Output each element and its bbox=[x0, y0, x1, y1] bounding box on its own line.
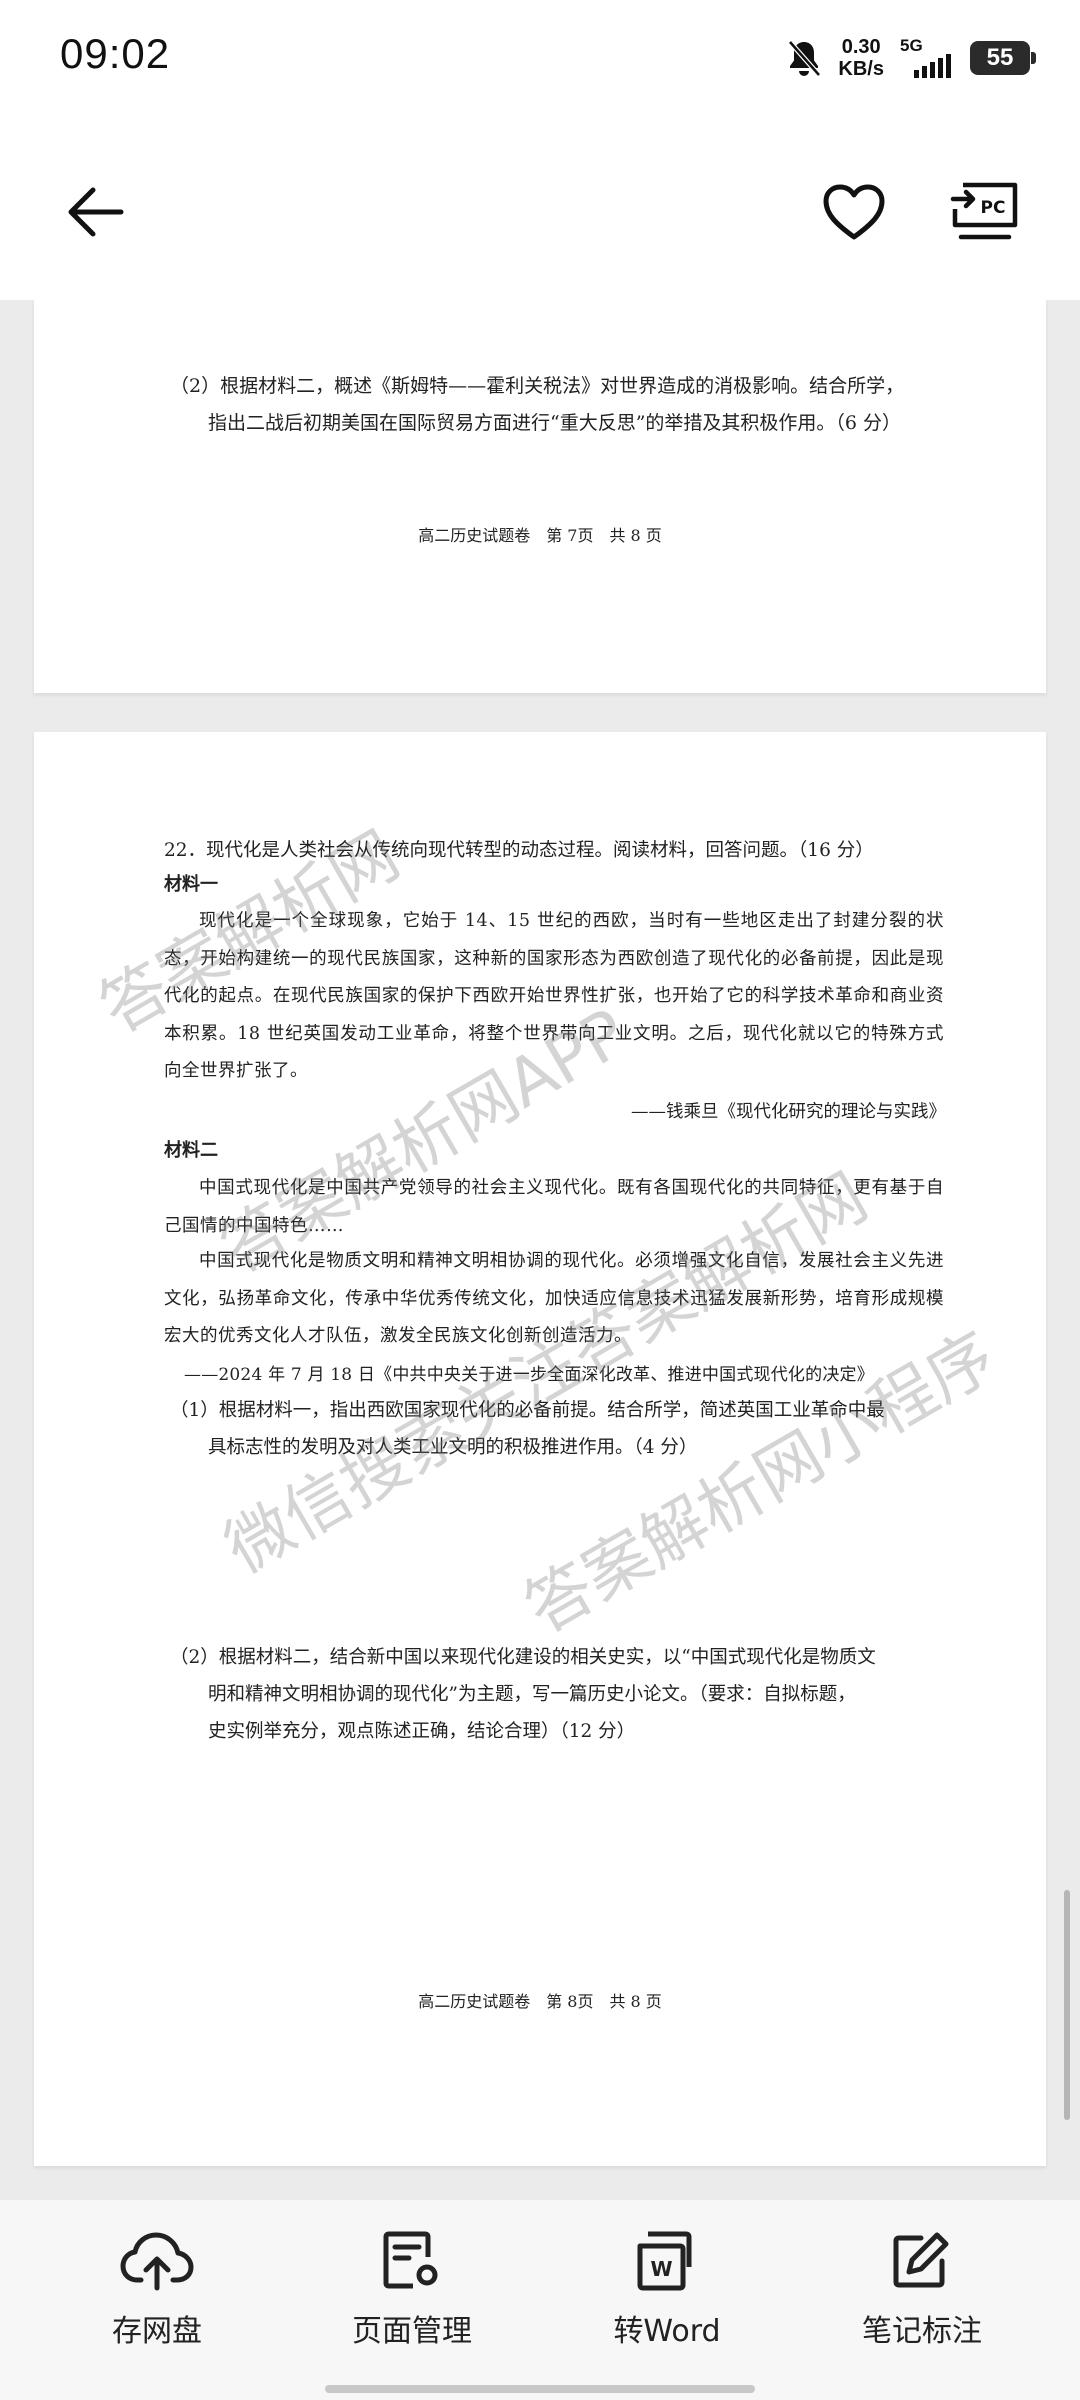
word-badge: W bbox=[650, 2257, 672, 2281]
question-22-part-1: （1）根据材料一，指出西欧国家现代化的必备前提。结合所学，简述英国工业革命中最 … bbox=[170, 1392, 990, 1466]
note-annotation-label: 笔记标注 bbox=[862, 2314, 982, 2349]
question-22-part-2: （2）根据材料二，结合新中国以来现代化建设的相关史实，以“中国式现代化是物质文 … bbox=[170, 1639, 990, 1750]
top-toolbar: PC bbox=[0, 120, 1080, 300]
material-2-source: ——2024 年 7 月 18 日《中共中央关于进一步全面深化改革、推进中国式现… bbox=[184, 1365, 874, 1385]
material-1-label: 材料一 bbox=[164, 874, 218, 895]
scrollbar-thumb[interactable] bbox=[1064, 1890, 1070, 2120]
question-line: （2）根据材料二，结合新中国以来现代化建设的相关史实，以“中国式现代化是物质文 bbox=[170, 1647, 876, 1668]
pc-screen-icon: PC bbox=[950, 182, 1018, 240]
material-2-paragraph-2: 中国式现代化是物质文明和精神文明相协调的现代化。必须增强文化自信，发展社会主义先… bbox=[164, 1251, 944, 1346]
pc-view-button[interactable]: PC bbox=[940, 172, 1030, 252]
signal-indicator: 5G bbox=[900, 36, 954, 78]
favorite-button[interactable] bbox=[812, 172, 896, 252]
home-indicator[interactable] bbox=[325, 2385, 755, 2393]
cloud-upload-icon bbox=[120, 2232, 194, 2291]
page-footer: 高二历史试题卷 第 7页 共 8 页 bbox=[418, 526, 662, 545]
save-to-cloud-label: 存网盘 bbox=[112, 2314, 202, 2349]
question-line: 史实例举充分，观点陈述正确，结论合理）（12 分） bbox=[208, 1721, 636, 1742]
question-22-stem: 22．现代化是人类社会从传统向现代转型的动态过程。阅读材料，回答问题。（16 分… bbox=[164, 840, 874, 861]
pc-label: PC bbox=[981, 198, 1006, 218]
material-2-paragraph-1: 中国式现代化是中国共产党领导的社会主义现代化。既有各国现代化的共同特征，更有基于… bbox=[164, 1178, 944, 1236]
material-2-label: 材料二 bbox=[164, 1140, 218, 1161]
signal-icon bbox=[914, 54, 951, 78]
bell-off-icon bbox=[788, 40, 822, 77]
question-line: 明和精神文明相协调的现代化”为主题，写一篇历史小论文。（要求：自拟标题， bbox=[208, 1684, 856, 1705]
back-button[interactable] bbox=[55, 172, 135, 252]
arrow-left-icon bbox=[68, 187, 124, 237]
material-1-text: 现代化是一个全球现象，它始于 14、15 世纪的西欧，当时有一些地区走出了封建分… bbox=[164, 911, 944, 1081]
question-line: 指出二战后初期美国在国际贸易方面进行“重大反思”的举措及其积极作用。（6 分） bbox=[208, 412, 902, 434]
speed-value: 0.30 bbox=[841, 36, 881, 58]
watermark: 答案解析网小程序 bbox=[512, 1317, 1009, 1649]
convert-word-label: 转Word bbox=[613, 2314, 721, 2349]
edit-note-icon bbox=[893, 2232, 949, 2288]
page-footer: 高二历史试题卷 第 8页 共 8 页 bbox=[418, 1992, 662, 2011]
status-bar: 09:02 0.30 KB/s 5G 55 bbox=[0, 0, 1080, 120]
network-type: 5G bbox=[900, 36, 923, 55]
question-line: 具标志性的发明及对人类工业文明的积极推进作用。（4 分） bbox=[208, 1437, 698, 1458]
network-speed: 0.30 KB/s bbox=[838, 36, 884, 80]
page-management-button[interactable]: 页面管理 bbox=[312, 2230, 512, 2350]
question-line: （2）根据材料二，概述《斯姆特——霍利关税法》对世界造成的消极影响。结合所学， bbox=[170, 375, 905, 397]
battery-indicator: 55 bbox=[970, 41, 1036, 75]
heart-icon bbox=[823, 184, 885, 240]
document-page-8: 22．现代化是人类社会从传统向现代转型的动态过程。阅读材料，回答问题。（16 分… bbox=[34, 732, 1046, 2166]
convert-word-button[interactable]: W 转Word bbox=[567, 2230, 767, 2350]
question-line: （1）根据材料一，指出西欧国家现代化的必备前提。结合所学，简述英国工业革命中最 bbox=[170, 1400, 885, 1421]
word-convert-icon: W bbox=[637, 2231, 692, 2291]
bottom-action-bar: 存网盘 页面管理 W 转Word 笔记标注 bbox=[0, 2200, 1080, 2400]
question-2-page7: （2）根据材料二，概述《斯姆特——霍利关税法》对世界造成的消极影响。结合所学， … bbox=[170, 368, 990, 442]
status-time: 09:02 bbox=[60, 30, 171, 77]
note-annotation-button[interactable]: 笔记标注 bbox=[822, 2230, 1022, 2350]
material-1-source: ——钱乘旦《现代化研究的理论与实践》 bbox=[631, 1102, 946, 1122]
page-management-label: 页面管理 bbox=[352, 2314, 472, 2349]
status-icons: 0.30 KB/s 5G 55 bbox=[786, 30, 1036, 86]
speed-unit: KB/s bbox=[838, 58, 884, 80]
save-to-cloud-button[interactable]: 存网盘 bbox=[57, 2230, 257, 2350]
page-settings-icon bbox=[383, 2231, 438, 2289]
document-page-7: （2）根据材料二，概述《斯姆特——霍利关税法》对世界造成的消极影响。结合所学， … bbox=[34, 300, 1046, 693]
